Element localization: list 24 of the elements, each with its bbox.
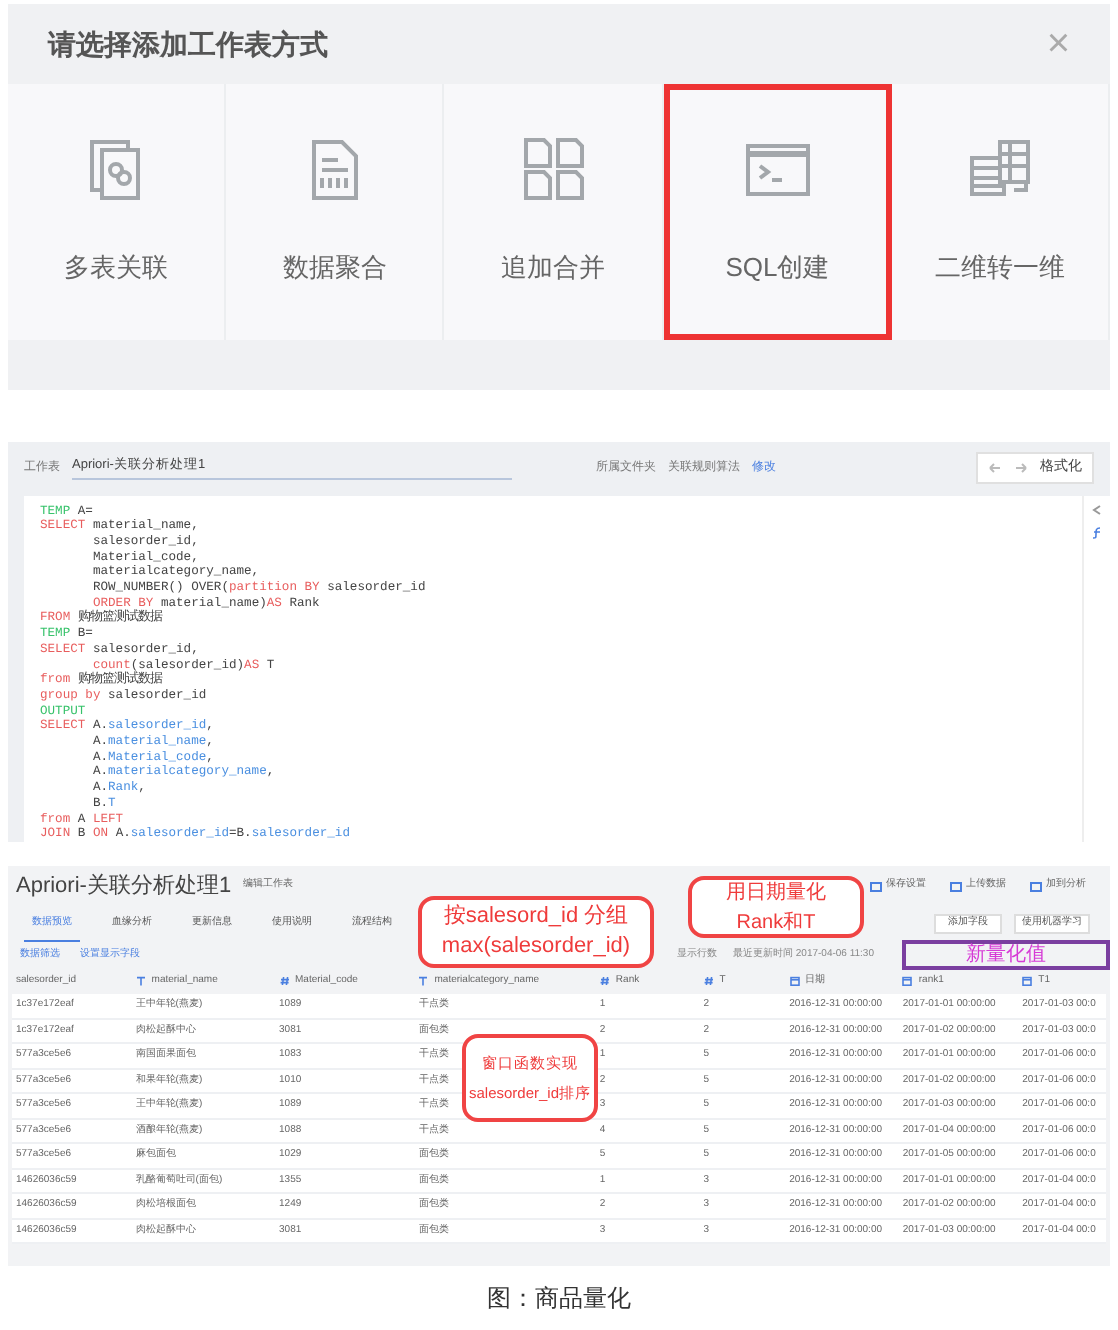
calendar-icon — [902, 975, 913, 986]
sheet-title: Apriori-关联分析处理1 — [16, 871, 232, 902]
option-tile[interactable]: 追加合并 — [444, 84, 664, 340]
calendar-icon — [789, 975, 800, 986]
text-type-icon — [135, 975, 146, 986]
calendar-icon — [1022, 975, 1033, 986]
option-tile[interactable]: 数据聚合 — [226, 84, 445, 340]
function-icon[interactable] — [1091, 525, 1103, 540]
text-type-icon — [418, 975, 429, 986]
callout-note: 用日期量化 Rank和T — [688, 876, 864, 938]
number-type-icon — [703, 975, 714, 986]
undo-icon[interactable] — [988, 462, 1002, 475]
figure-caption: 图：商品量化 — [487, 1282, 631, 1316]
four-pages-icon — [519, 136, 587, 205]
number-type-icon — [279, 975, 290, 986]
collapse-icon[interactable] — [1092, 503, 1102, 516]
redo-icon[interactable] — [1014, 462, 1028, 475]
dialog-title: 请选择添加工作表方式 — [48, 25, 328, 63]
option-tile[interactable]: SQL创建 — [663, 84, 892, 340]
option-tile[interactable]: 二维转一维 — [891, 84, 1111, 340]
callout-note: 按salesord_id 分组 max(salesorder_id) — [418, 896, 654, 968]
number-type-icon — [599, 975, 610, 986]
highlight-box: 新量化值 — [902, 940, 1110, 970]
option-tile[interactable]: 多表关联 — [8, 84, 227, 340]
